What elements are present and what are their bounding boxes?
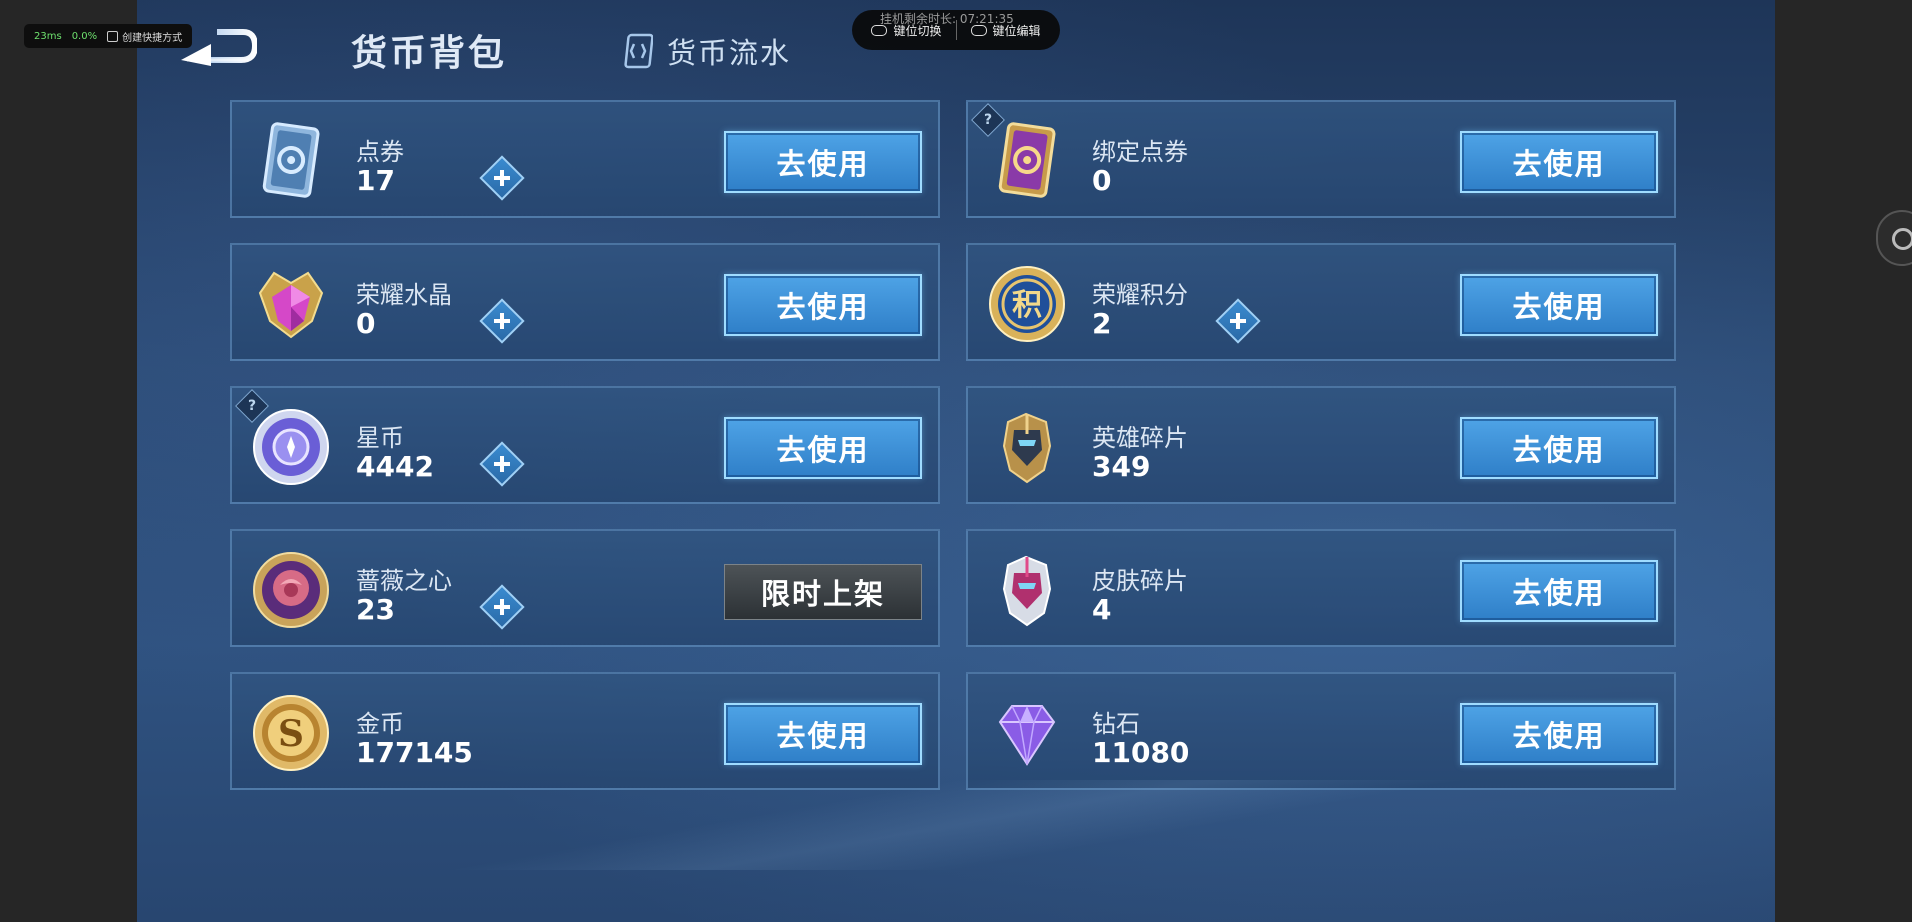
use-hero-fragment-button[interactable]: 去使用 <box>1460 417 1658 479</box>
ping-value: 23ms <box>34 30 62 42</box>
currency-card-glory-points: 积 荣耀积分 2 去使用 <box>966 243 1676 361</box>
use-glory-points-button[interactable]: 去使用 <box>1460 274 1658 336</box>
diamond-icon <box>998 705 1056 766</box>
add-glory-crystal-button[interactable] <box>479 298 525 344</box>
hero-fragment-icon <box>1002 412 1052 484</box>
rose-heart-icon <box>253 552 329 628</box>
use-star-coin-button[interactable]: 去使用 <box>724 417 922 479</box>
currency-card-gold-coin: S 金币 177145 去使用 <box>230 672 940 790</box>
currency-flow-icon <box>624 33 653 69</box>
currency-card-diamond: 钻石 11080 去使用 <box>966 672 1676 790</box>
currency-card-coupon: 点券 17 去使用 <box>230 100 940 218</box>
tab-currency-flow[interactable]: 货币流水 <box>623 30 791 72</box>
currency-amount: 0 <box>356 307 376 340</box>
add-star-coin-button[interactable] <box>479 441 525 487</box>
currency-name: 金币 <box>356 710 404 738</box>
currency-name: 绑定点券 <box>1092 138 1188 166</box>
skin-fragment-icon <box>1002 555 1052 627</box>
performance-overlay: 23ms 0.0% 创建快捷方式 <box>24 24 193 48</box>
currency-name: 点券 <box>356 138 404 166</box>
currency-card-star-coin: ? 星币 4442 去使用 <box>230 386 940 504</box>
currency-amount: 349 <box>1092 450 1151 483</box>
add-coupon-button[interactable] <box>479 155 525 201</box>
game-screen: 货币背包 货币流水 点券 17 去使用 荣耀水晶 0 去使用 ? 星币 4442… <box>137 0 1775 922</box>
currency-name: 星币 <box>356 424 404 452</box>
glory-crystal-icon <box>258 271 324 339</box>
use-gold-coin-button[interactable]: 去使用 <box>724 703 922 765</box>
currency-amount: 0 <box>1092 164 1112 197</box>
currency-name: 蔷薇之心 <box>356 567 452 595</box>
bound-coupon-icon <box>998 122 1056 198</box>
currency-amount: 17 <box>356 164 395 197</box>
currency-amount: 4442 <box>356 450 434 483</box>
add-rose-heart-button[interactable] <box>479 584 525 630</box>
gold-coin-icon: S <box>253 695 329 771</box>
currency-name: 荣耀积分 <box>1092 281 1188 309</box>
add-glory-points-button[interactable] <box>1215 298 1261 344</box>
shortcut-icon <box>107 30 119 42</box>
idle-timer: 挂机剩余时长: 07:21:35 <box>880 12 1014 26</box>
coupon-card-icon <box>262 122 320 198</box>
currency-card-skin-fragment: 皮肤碎片 4 去使用 <box>966 529 1676 647</box>
use-coupon-button[interactable]: 去使用 <box>724 131 922 193</box>
limited-time-label: 限时上架 <box>724 564 922 620</box>
currency-name: 荣耀水晶 <box>356 281 452 309</box>
currency-amount: 4 <box>1092 593 1112 626</box>
currency-amount: 11080 <box>1092 736 1190 769</box>
currency-card-bound-coupon: ? 绑定点券 0 去使用 <box>966 100 1676 218</box>
use-diamond-button[interactable]: 去使用 <box>1460 703 1658 765</box>
currency-amount: 23 <box>356 593 395 626</box>
use-skin-fragment-button[interactable]: 去使用 <box>1460 560 1658 622</box>
create-shortcut-label: 创建快捷方式 <box>122 32 183 44</box>
packet-loss-value: 0.0% <box>71 30 98 42</box>
tab-currency-bag[interactable]: 货币背包 <box>351 24 507 76</box>
create-shortcut-button[interactable]: 创建快捷方式 <box>107 29 182 44</box>
currency-name: 皮肤碎片 <box>1092 567 1188 595</box>
svg-text:积: 积 <box>1012 288 1042 323</box>
currency-name: 钻石 <box>1092 710 1140 738</box>
glory-points-icon: 积 <box>989 266 1065 342</box>
currency-name: 英雄碎片 <box>1092 424 1188 452</box>
currency-amount: 2 <box>1092 307 1112 340</box>
tab-currency-flow-label: 货币流水 <box>667 36 792 70</box>
star-coin-icon <box>253 409 329 485</box>
currency-amount: 177145 <box>356 736 473 769</box>
currency-card-hero-fragment: 英雄碎片 349 去使用 <box>966 386 1676 504</box>
use-bound-coupon-button[interactable]: 去使用 <box>1460 131 1658 193</box>
svg-text:S: S <box>278 713 304 755</box>
currency-card-glory-crystal: 荣耀水晶 0 去使用 <box>230 243 940 361</box>
use-glory-crystal-button[interactable]: 去使用 <box>724 274 922 336</box>
floating-menu-button[interactable] <box>1876 210 1912 266</box>
currency-card-rose-heart: 蔷薇之心 23 限时上架 <box>230 529 940 647</box>
